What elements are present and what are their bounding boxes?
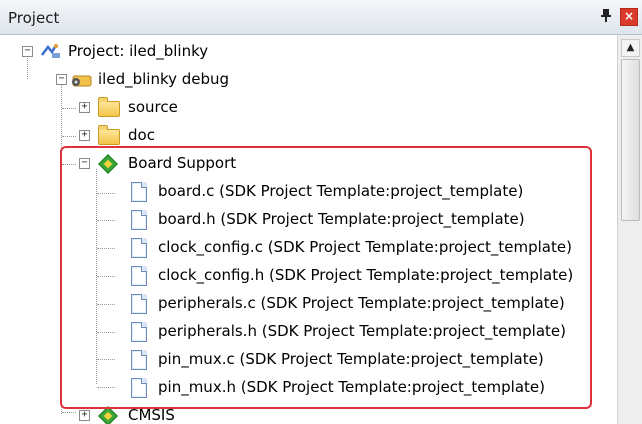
folder-icon [98,97,120,117]
folder-icon [98,125,120,145]
project-tree: − Project: iled_blinky − iled_blinky deb… [0,35,617,424]
folder-label: source [128,98,178,116]
collapse-toggle[interactable]: − [56,74,67,85]
pin-icon [601,9,611,22]
highlight-box [60,146,592,409]
scroll-up-button[interactable]: ▲ [621,39,640,57]
pin-button[interactable] [598,8,614,24]
tree-item-source[interactable]: + source [0,93,600,121]
expand-toggle[interactable]: + [79,102,90,113]
tree-item-doc[interactable]: + doc [0,121,600,149]
folder-label: doc [128,126,155,144]
expand-toggle[interactable]: + [79,130,90,141]
panel-titlebar: Project × [0,0,642,35]
panel-title: Project [8,9,60,27]
project-label: Project: iled_blinky [68,42,209,60]
scroll-thumb[interactable] [621,59,640,221]
target-label: iled_blinky debug [98,70,230,88]
close-button[interactable]: × [620,8,638,26]
target-icon [72,75,92,87]
vertical-scrollbar[interactable]: ▲ [617,35,642,424]
expand-toggle[interactable]: + [79,410,90,421]
collapse-toggle[interactable]: − [22,46,33,57]
project-icon [41,43,60,58]
tree-item-target[interactable]: − iled_blinky debug [0,65,600,93]
tree-item-project[interactable]: − Project: iled_blinky [0,37,600,65]
